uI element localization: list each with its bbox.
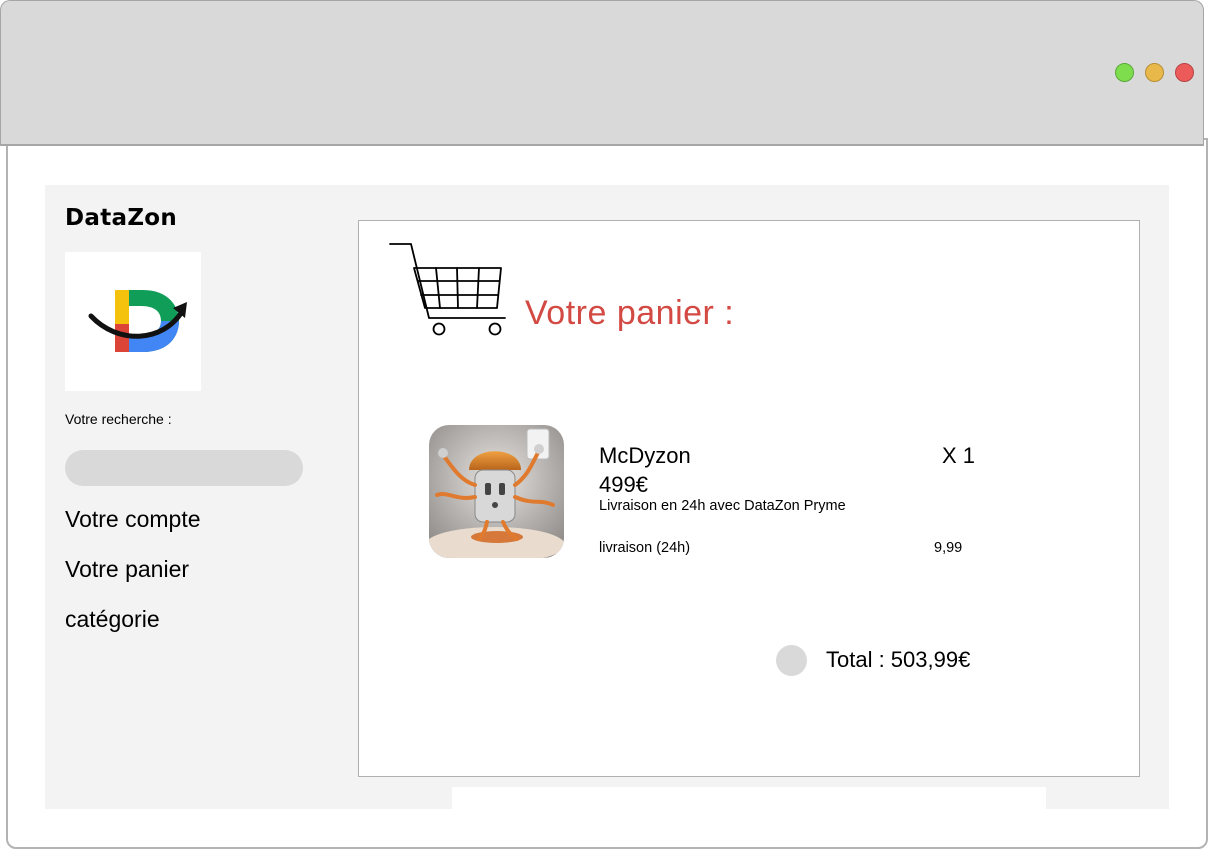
maximize-button[interactable]: [1115, 63, 1134, 82]
delivery-price: 9,99: [934, 540, 963, 556]
minimize-button[interactable]: [1145, 63, 1164, 82]
cart-title: Votre panier :: [525, 294, 735, 332]
search-label: Votre recherche :: [65, 411, 172, 427]
product-description: Livraison en 24h avec DataZon Pryme: [599, 498, 846, 514]
brand-name: DataZon: [65, 205, 178, 231]
search-input[interactable]: [65, 450, 303, 486]
nav-account[interactable]: Votre compte: [65, 506, 201, 533]
footer-strip: [452, 787, 1046, 809]
close-button[interactable]: [1175, 63, 1194, 82]
robot-product-icon: [429, 425, 564, 558]
nav-cart[interactable]: Votre panier: [65, 556, 189, 583]
datazon-logo[interactable]: [65, 252, 201, 391]
checkout-button[interactable]: [776, 645, 807, 676]
product-name[interactable]: McDyzon: [599, 443, 691, 469]
product-quantity: X 1: [942, 443, 976, 468]
product-image[interactable]: [429, 425, 564, 558]
delivery-label: livraison (24h): [599, 540, 691, 556]
product-price: 499€: [599, 472, 648, 497]
cart-total: Total : 503,99€: [826, 647, 971, 672]
browser-titlebar: [0, 0, 1204, 146]
logo-icon: [88, 290, 187, 352]
nav-category[interactable]: catégorie: [65, 606, 160, 633]
shopping-cart-icon: [389, 243, 506, 336]
